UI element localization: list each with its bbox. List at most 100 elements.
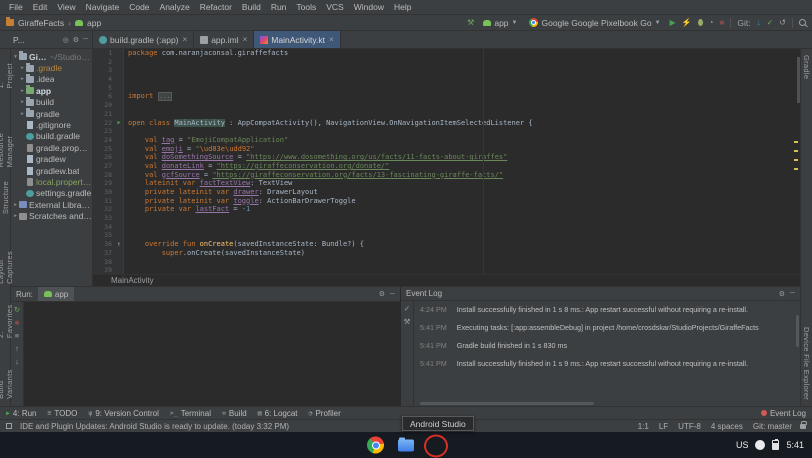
override-gutter-icon[interactable]: ↑ (115, 240, 124, 249)
tree-item-settings.gradle[interactable]: settings.gradle (11, 188, 92, 199)
toolwindow-button-profiler[interactable]: ◔Profiler (309, 409, 341, 418)
hide-panel-icon[interactable]: ─ (790, 290, 795, 297)
files-app-icon[interactable] (398, 439, 414, 451)
tree-item-gradle[interactable]: ▸gradle (11, 108, 92, 119)
run-tab-app[interactable]: app (38, 287, 74, 301)
rerun-icon[interactable]: ↻ (14, 305, 20, 314)
hide-panel-icon[interactable]: ─ (390, 291, 395, 298)
android-studio-shelf-icon[interactable] (428, 437, 445, 454)
debug-icon[interactable] (698, 19, 703, 26)
tree-item-External Libraries[interactable]: ▸External Libraries (11, 199, 92, 210)
gear-icon[interactable]: ⚙ (379, 290, 385, 298)
menu-item-build[interactable]: Build (237, 2, 266, 12)
down-icon[interactable]: ↓ (15, 357, 19, 366)
wrench-icon[interactable]: ⚒ (404, 317, 411, 326)
close-icon[interactable]: × (243, 35, 248, 44)
menu-item-tools[interactable]: Tools (291, 2, 321, 12)
expand-arrow-icon[interactable]: ▸ (12, 202, 19, 208)
toolwindow-button-resource-manager[interactable]: Resource Manager (0, 103, 14, 167)
toolwindow-button-layout-captures[interactable]: Layout Captures (0, 228, 14, 284)
git-branch[interactable]: Git: master (753, 422, 792, 431)
tree-item-app[interactable]: ▸app (11, 85, 92, 96)
expand-arrow-icon[interactable]: ▸ (19, 76, 26, 82)
expand-arrow-icon[interactable]: ▸ (19, 99, 26, 105)
run-button[interactable]: ▶ (670, 19, 676, 27)
breadcrumb-module[interactable]: app (87, 18, 101, 28)
menu-item-window[interactable]: Window (349, 2, 389, 12)
mark-icon[interactable]: ✓ (404, 304, 410, 313)
expand-arrow-icon[interactable]: ▸ (12, 213, 19, 219)
menu-item-analyze[interactable]: Analyze (155, 2, 195, 12)
menu-item-view[interactable]: View (52, 2, 80, 12)
code-lines[interactable]: 1package com.naranjaconsal.giraffefacts2… (93, 49, 800, 274)
stop-icon[interactable]: ■ (15, 318, 20, 327)
tree-item-Scratches and Consoles[interactable]: ▸Scratches and Consoles (11, 210, 92, 221)
toolwindow-button-todo[interactable]: ≡TODO (48, 409, 78, 418)
warning-stripe-mark[interactable] (794, 159, 798, 161)
tree-item-gradle.properties[interactable]: gradle.properties (11, 142, 92, 153)
toolwindow-button-run[interactable]: ▶4: Run (6, 409, 37, 418)
menu-item-edit[interactable]: Edit (28, 2, 53, 12)
system-tray[interactable]: US 5:41 (736, 440, 804, 450)
warning-stripe-mark[interactable] (794, 150, 798, 152)
readonly-lock-icon[interactable] (800, 424, 806, 429)
hide-panel-icon[interactable]: ─ (83, 36, 88, 43)
toolwindow-event-log-button[interactable]: Event Log (761, 409, 806, 418)
tab-build.gradle (:app)[interactable]: build.gradle (:app)× (93, 31, 194, 48)
close-icon[interactable]: × (183, 35, 188, 44)
toolwindow-button-logcat[interactable]: ▤6: Logcat (258, 409, 298, 418)
breadcrumb[interactable]: MainActivity (93, 274, 800, 286)
menu-item-code[interactable]: Code (124, 2, 154, 12)
menu-icon[interactable]: ≡ (15, 331, 19, 340)
tree-item-GiraffeFacts[interactable]: ▾GiraffeFacts~/StudioProjects/GiraffeFac… (11, 51, 92, 62)
keyboard-layout-label[interactable]: US (736, 440, 749, 450)
toolwindow-button-vcs[interactable]: ψ9: Version Control (88, 409, 159, 418)
vertical-scrollbar[interactable] (796, 315, 799, 347)
breadcrumb-project[interactable]: GiraffeFacts (18, 18, 64, 28)
tree-item-.idea[interactable]: ▸.idea (11, 74, 92, 85)
toolwindow-button-structure[interactable]: Structure (1, 181, 10, 214)
file-encoding[interactable]: UTF-8 (678, 422, 701, 431)
menu-item-file[interactable]: File (4, 2, 28, 12)
warning-stripe-mark[interactable] (794, 141, 798, 143)
git-commit-icon[interactable]: ✓ (767, 19, 774, 27)
toolwindow-button-device-file-explorer[interactable]: Device File Explorer (802, 327, 811, 400)
toolwindow-button----project[interactable]: 1: Project (0, 56, 14, 89)
gear-icon[interactable]: ⚙ (73, 36, 79, 44)
stop-icon[interactable]: ■ (720, 19, 725, 27)
tree-item-gradlew[interactable]: gradlew (11, 154, 92, 165)
menu-item-refactor[interactable]: Refactor (195, 2, 237, 12)
menu-item-navigate[interactable]: Navigate (81, 2, 125, 12)
tree-item-build.gradle[interactable]: build.gradle (11, 131, 92, 142)
tab-app.iml[interactable]: app.iml× (194, 31, 254, 48)
locate-file-icon[interactable]: ◎ (63, 36, 69, 44)
tab-MainActivity.kt[interactable]: MainActivity.kt× (254, 31, 340, 48)
toolwindow-button-build[interactable]: ⚒Build (222, 409, 247, 418)
device-dropdown[interactable]: Google Google Pixelbook Go ▼ (526, 16, 663, 29)
toolwindow-toggle-icon[interactable] (6, 423, 12, 429)
project-panel-title[interactable]: P... (13, 35, 25, 45)
git-rollback-icon[interactable]: ↺ (779, 19, 786, 27)
menu-item-vcs[interactable]: VCS (321, 2, 348, 12)
notification-icon[interactable] (755, 440, 765, 450)
toolwindow-button-gradle[interactable]: Gradle (802, 55, 811, 79)
tree-item-.gitignore[interactable]: .gitignore (11, 119, 92, 130)
tree-item-.gradle[interactable]: ▸.gradle (11, 62, 92, 73)
toolwindow-button-terminal[interactable]: >_Terminal (170, 409, 211, 418)
git-update-icon[interactable]: ↓ (757, 19, 761, 27)
caret-position[interactable]: 1:1 (638, 422, 649, 431)
chrome-icon[interactable] (367, 437, 384, 454)
expand-arrow-icon[interactable]: ▸ (19, 111, 26, 117)
indent-style[interactable]: 4 spaces (711, 422, 743, 431)
gear-icon[interactable]: ⚙ (779, 290, 785, 298)
up-icon[interactable]: ↑ (15, 344, 19, 353)
apply-changes-icon[interactable]: ⚡ (682, 19, 692, 27)
line-separator[interactable]: LF (659, 422, 668, 431)
expand-arrow-icon[interactable]: ▸ (19, 65, 26, 71)
close-icon[interactable]: × (329, 35, 334, 44)
tree-item-local.properties[interactable]: local.properties (11, 176, 92, 187)
toolwindow-button----favorites[interactable]: 2: Favorites (0, 298, 14, 338)
search-icon[interactable] (799, 19, 806, 26)
run-config-dropdown[interactable]: app ▼ (480, 16, 520, 29)
horizontal-scrollbar[interactable] (420, 402, 594, 405)
